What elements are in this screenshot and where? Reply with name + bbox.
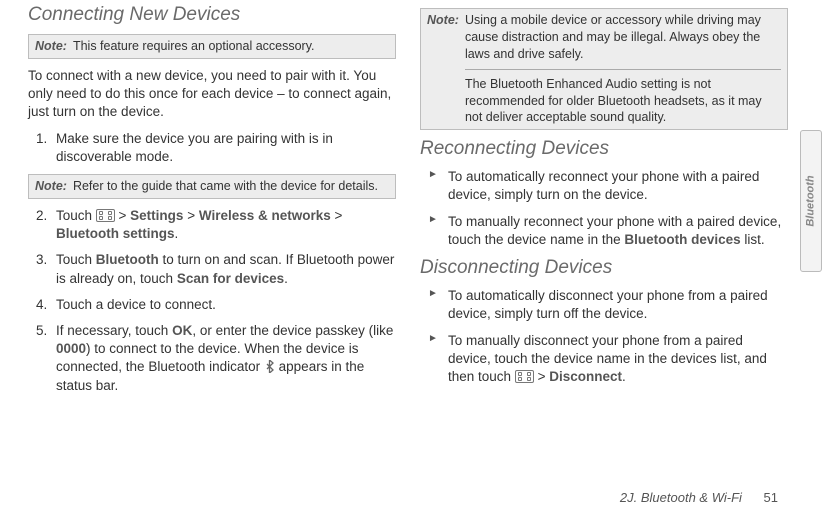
apps-icon [515, 370, 534, 383]
note-body: This feature requires an optional access… [73, 38, 389, 55]
wireless-networks-label: Wireless & networks [199, 208, 331, 223]
passkey-zeros: 0000 [56, 341, 86, 356]
step-2-pre: Touch [56, 208, 96, 223]
reconnect-item-1: To automatically reconnect your phone wi… [434, 168, 788, 204]
step-2: Touch > Settings > Wireless & networks >… [42, 207, 396, 243]
bluetooth-settings-label: Bluetooth settings [56, 226, 175, 241]
note-label: Note: [35, 38, 67, 55]
gt-icon: > [183, 208, 198, 223]
note-body: Refer to the guide that came with the de… [73, 178, 389, 195]
disconnect-item-2: To manually disconnect your phone from a… [434, 332, 788, 387]
bluetooth-icon [264, 360, 275, 373]
ok-label: OK [172, 323, 192, 338]
step-5-mid1: , or enter the device passkey (like [192, 323, 393, 338]
note-label: Note: [427, 12, 459, 126]
side-tab-label: Bluetooth [805, 175, 817, 226]
step-5-pre: If necessary, touch [56, 323, 172, 338]
steps-list: Make sure the device you are pairing wit… [28, 130, 396, 395]
footer-section: 2J. Bluetooth & Wi-Fi [620, 490, 742, 505]
disconnect-1-text: To automatically disconnect your phone f… [448, 288, 768, 321]
heading-connecting: Connecting New Devices [28, 4, 396, 26]
disconnect-item-1: To automatically disconnect your phone f… [434, 287, 788, 323]
step-1: Make sure the device you are pairing wit… [42, 130, 396, 199]
step-3-pre: Touch [56, 252, 96, 267]
disconnect-list: To automatically disconnect your phone f… [420, 287, 788, 386]
note-accessory: Note: This feature requires an optional … [28, 34, 396, 59]
reconnect-list: To automatically reconnect your phone wi… [420, 168, 788, 249]
right-column: Note: Using a mobile device or accessory… [420, 2, 788, 403]
page-body: Connecting New Devices Note: This featur… [0, 0, 826, 448]
page-footer: 2J. Bluetooth & Wi-Fi 51 [620, 490, 778, 505]
note-body-2: The Bluetooth Enhanced Audio setting is … [465, 77, 762, 125]
step-3-post: . [284, 271, 288, 286]
intro-paragraph: To connect with a new device, you need t… [28, 67, 396, 122]
step-4-text: Touch a device to connect. [56, 297, 216, 312]
gt-icon: > [115, 208, 130, 223]
step-3: Touch Bluetooth to turn on and scan. If … [42, 251, 396, 287]
scan-label: Scan for devices [177, 271, 284, 286]
footer-page-number: 51 [764, 490, 778, 505]
reconnect-1-text: To automatically reconnect your phone wi… [448, 169, 759, 202]
heading-disconnecting: Disconnecting Devices [420, 257, 788, 279]
note-refer-guide: Note: Refer to the guide that came with … [28, 174, 396, 199]
step-2-post: . [175, 226, 179, 241]
note-body-wrap: Using a mobile device or accessory while… [465, 12, 781, 126]
reconnect-2-post: list. [741, 232, 765, 247]
disconnect-2-post: . [622, 369, 626, 384]
step-5: If necessary, touch OK, or enter the dev… [42, 322, 396, 395]
note-body-1: Using a mobile device or accessory while… [465, 13, 761, 61]
gt-icon: > [534, 369, 549, 384]
gt-icon: > [331, 208, 343, 223]
apps-icon [96, 209, 115, 222]
step-4: Touch a device to connect. [42, 296, 396, 314]
heading-reconnecting: Reconnecting Devices [420, 138, 788, 160]
settings-label: Settings [130, 208, 183, 223]
step-1-text: Make sure the device you are pairing wit… [56, 131, 333, 164]
reconnect-item-2: To manually reconnect your phone with a … [434, 213, 788, 249]
note-driving: Note: Using a mobile device or accessory… [420, 8, 788, 130]
left-column: Connecting New Devices Note: This featur… [28, 2, 396, 403]
bluetooth-devices-label: Bluetooth devices [624, 232, 740, 247]
note-label: Note: [35, 178, 67, 195]
bluetooth-label: Bluetooth [96, 252, 159, 267]
disconnect-label: Disconnect [549, 369, 622, 384]
note-divider [465, 69, 781, 70]
side-tab: Bluetooth [800, 130, 822, 272]
